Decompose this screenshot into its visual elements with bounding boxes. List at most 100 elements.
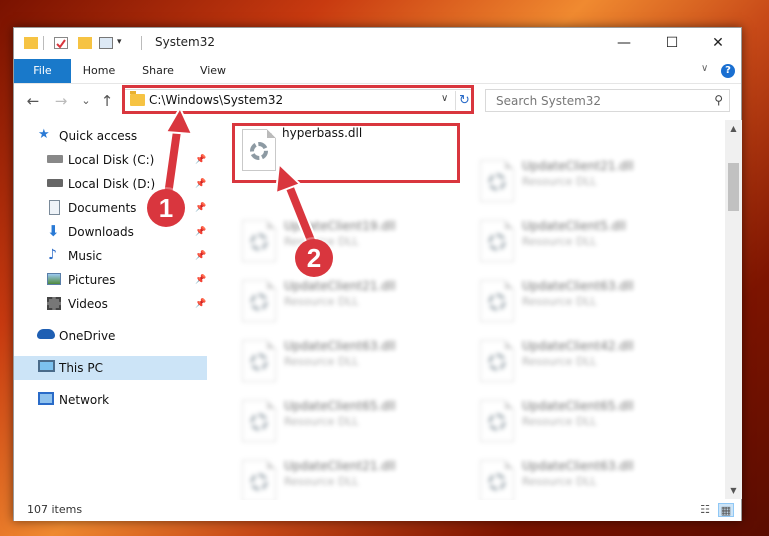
pin-icon[interactable]: 📌: [195, 155, 206, 165]
sidebar-item-downloads[interactable]: ⬇ Downloads 📌: [14, 220, 207, 244]
customize-qat-icon[interactable]: [99, 37, 113, 49]
new-folder-icon[interactable]: [78, 37, 92, 49]
navigation-pane: ★ Quick access Local Disk (C:) 📌 Local D…: [14, 120, 207, 500]
sidebar-item-label: Network: [59, 393, 110, 407]
forward-button[interactable]: →: [52, 92, 70, 110]
pin-icon[interactable]: 📌: [195, 275, 206, 285]
file-item[interactable]: UpdateClient65.dll Resource DLL: [234, 393, 464, 443]
qat-separator: [141, 36, 142, 50]
file-item[interactable]: UpdateClient63.dll Resource DLL: [472, 273, 702, 323]
tab-file[interactable]: File: [14, 59, 71, 83]
file-type: Resource DLL: [284, 355, 359, 368]
file-name: UpdateClient21.dll: [284, 279, 396, 293]
file-name: UpdateClient21.dll: [522, 159, 634, 173]
qat-dropdown-icon[interactable]: ▾: [117, 37, 131, 49]
file-item[interactable]: UpdateClient21.dll Resource DLL: [472, 153, 702, 203]
scroll-thumb[interactable]: [728, 163, 739, 211]
file-type: Resource DLL: [522, 355, 597, 368]
details-view-button[interactable]: ☷: [697, 503, 713, 517]
file-name: UpdateClient65.dll: [284, 399, 396, 413]
gear-icon: [250, 473, 268, 491]
pin-icon[interactable]: 📌: [195, 299, 206, 309]
file-item[interactable]: UpdateClient21.dll Resource DLL: [234, 273, 464, 323]
drive-icon: [47, 179, 63, 187]
file-item[interactable]: UpdateClient19.dll Resource DLL: [234, 213, 464, 263]
close-button[interactable]: ✕: [695, 28, 741, 58]
tab-view[interactable]: View: [190, 59, 236, 83]
computer-icon: [38, 360, 55, 372]
pictures-icon: [47, 273, 61, 285]
dll-file-icon: [480, 220, 514, 262]
sidebar-item-quick-access[interactable]: ★ Quick access: [14, 124, 207, 148]
search-icon[interactable]: ⚲: [714, 93, 723, 107]
sidebar-item-network[interactable]: Network: [14, 388, 207, 412]
maximize-button[interactable]: ☐: [649, 28, 695, 58]
sidebar-item-label: Downloads: [68, 225, 134, 239]
dll-file-icon: [480, 460, 514, 500]
dll-file-icon: [242, 280, 276, 322]
sidebar-item-music[interactable]: ♪ Music 📌: [14, 244, 207, 268]
step-1-badge: 1: [147, 189, 185, 227]
recent-locations-button[interactable]: ⌄: [77, 92, 95, 110]
file-type: Resource DLL: [522, 295, 597, 308]
sidebar-item-label: Local Disk (C:): [68, 153, 155, 167]
gear-icon: [488, 233, 506, 251]
large-icons-view-button[interactable]: ▦: [718, 503, 734, 517]
minimize-button[interactable]: —: [601, 28, 647, 58]
file-item[interactable]: UpdateClient5.dll Resource DLL: [472, 213, 702, 263]
dll-file-icon: [480, 280, 514, 322]
drive-icon: [47, 155, 63, 163]
pin-icon[interactable]: 📌: [195, 227, 206, 237]
window-title: System32: [155, 35, 216, 49]
properties-icon[interactable]: [54, 37, 68, 49]
sidebar-item-label: This PC: [59, 361, 103, 375]
search-input[interactable]: Search System32 ⚲: [485, 89, 730, 112]
file-item[interactable]: UpdateClient63.dll Resource DLL: [472, 453, 702, 500]
pin-icon[interactable]: 📌: [195, 179, 206, 189]
search-placeholder: Search System32: [496, 94, 602, 108]
gear-icon: [488, 173, 506, 191]
pin-icon[interactable]: 📌: [195, 251, 206, 261]
scroll-down-icon[interactable]: ▼: [725, 482, 742, 499]
up-button[interactable]: ↑: [98, 92, 116, 110]
pin-icon[interactable]: 📌: [195, 203, 206, 213]
sidebar-item-onedrive[interactable]: OneDrive: [14, 324, 207, 348]
sidebar-item-label: Videos: [68, 297, 108, 311]
file-type: Resource DLL: [522, 235, 597, 248]
explorer-window: ▾ System32 — ☐ ✕ File Home Share View ∨ …: [13, 27, 742, 521]
back-button[interactable]: ←: [24, 92, 42, 110]
sidebar-item-pictures[interactable]: Pictures 📌: [14, 268, 207, 292]
sidebar-item-label: Pictures: [68, 273, 116, 287]
file-type: Resource DLL: [284, 475, 359, 488]
gear-icon: [250, 413, 268, 431]
documents-icon: [49, 200, 60, 215]
file-item[interactable]: UpdateClient42.dll Resource DLL: [472, 333, 702, 383]
file-name: UpdateClient63.dll: [522, 279, 634, 293]
cloud-icon: [37, 329, 55, 339]
file-type: Resource DLL: [284, 295, 359, 308]
collapse-ribbon-icon[interactable]: ∨: [701, 63, 708, 74]
dll-file-icon: [242, 220, 276, 262]
sidebar-item-this-pc[interactable]: This PC: [14, 356, 207, 380]
file-item[interactable]: UpdateClient65.dll Resource DLL: [472, 393, 702, 443]
scroll-up-icon[interactable]: ▲: [725, 120, 742, 137]
gear-icon: [488, 473, 506, 491]
address-highlight-box: [122, 85, 474, 114]
network-icon: [38, 392, 54, 405]
gear-icon: [250, 353, 268, 371]
sidebar-item-videos[interactable]: Videos 📌: [14, 292, 207, 316]
vertical-scrollbar[interactable]: ▲ ▼: [725, 120, 742, 499]
sidebar-item-local-disk-c[interactable]: Local Disk (C:) 📌: [14, 148, 207, 172]
tab-home[interactable]: Home: [76, 59, 122, 83]
title-bar: ▾ System32 — ☐ ✕: [14, 28, 741, 59]
dll-file-icon: [242, 460, 276, 500]
item-count: 107 items: [27, 503, 83, 516]
file-item[interactable]: UpdateClient63.dll Resource DLL: [234, 333, 464, 383]
status-bar: 107 items ☷ ▦: [14, 500, 741, 521]
help-icon[interactable]: ?: [721, 64, 735, 78]
tab-share[interactable]: Share: [135, 59, 181, 83]
gear-icon: [488, 413, 506, 431]
file-type: Resource DLL: [284, 415, 359, 428]
file-name: UpdateClient63.dll: [522, 459, 634, 473]
file-item[interactable]: UpdateClient21.dll Resource DLL: [234, 453, 464, 500]
